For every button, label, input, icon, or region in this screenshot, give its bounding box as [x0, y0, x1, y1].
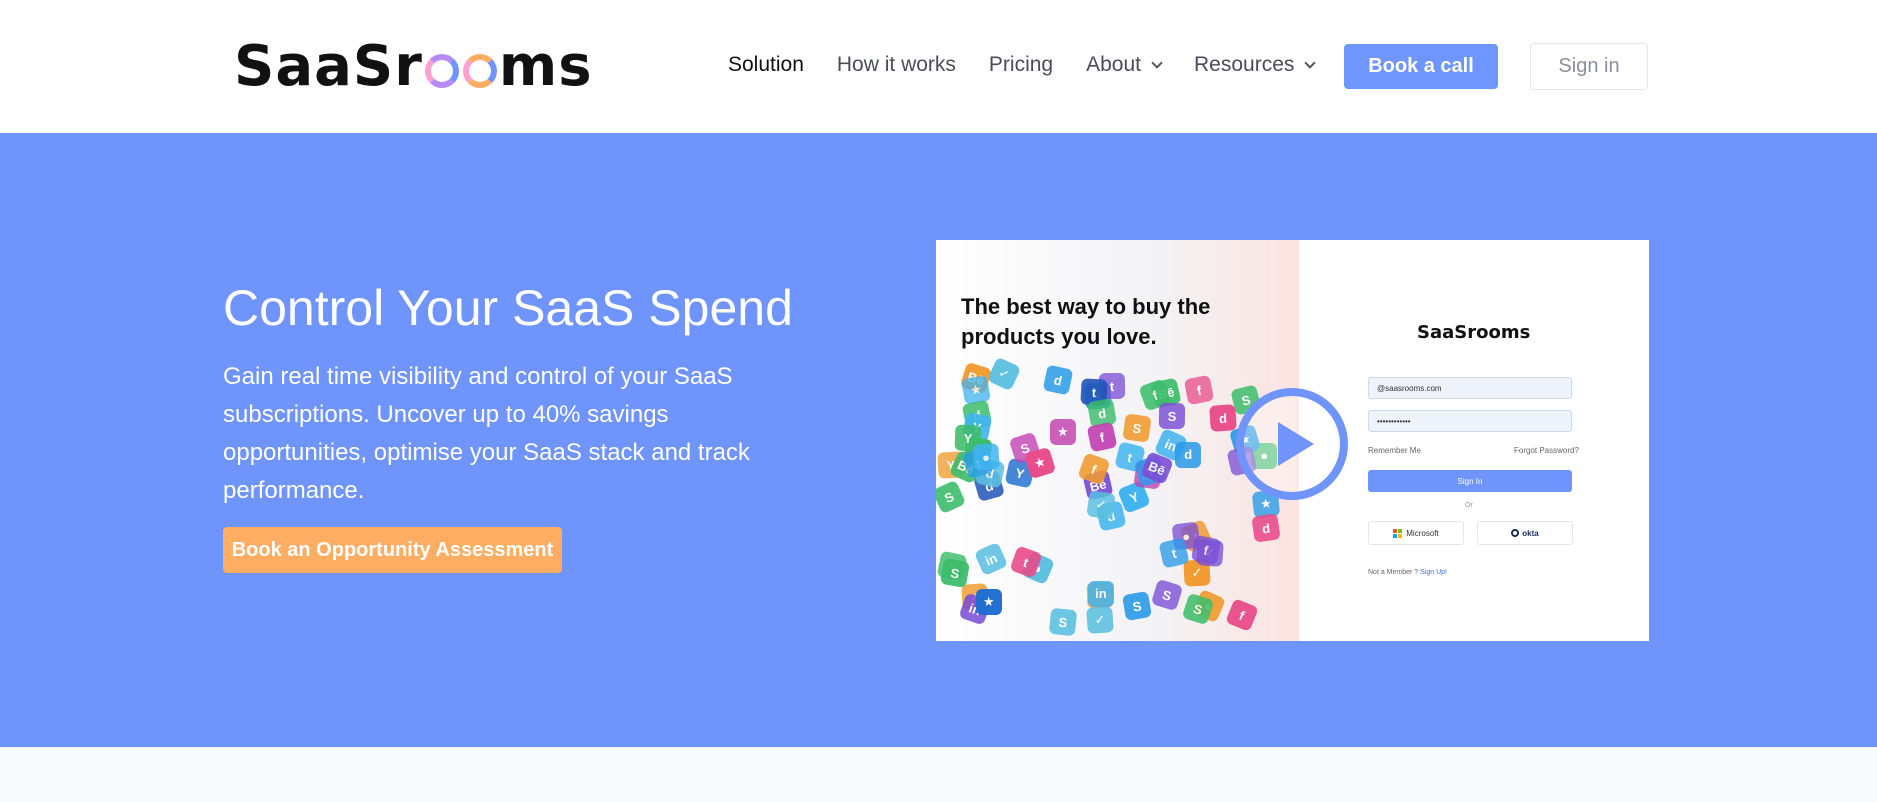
- app-tile-icon: S: [1159, 402, 1186, 430]
- app-tile-icon: S: [1150, 578, 1184, 611]
- mini-sign-up-link: Sign Up!: [1420, 569, 1447, 576]
- chevron-down-icon: [1304, 57, 1317, 69]
- app-tile-icon: f: [1191, 534, 1222, 565]
- app-tile-icon: S: [939, 558, 970, 589]
- app-tile-icon: f: [1086, 421, 1118, 453]
- app-tile-icon: d: [1251, 513, 1282, 544]
- hero-section: Control Your SaaS Spend Gain real time v…: [0, 133, 1877, 747]
- app-tile-icon: S: [1049, 607, 1078, 637]
- app-tile-icon: ●: [972, 442, 1001, 471]
- nav-about[interactable]: About: [1086, 53, 1163, 77]
- app-tile-icon: ✓: [986, 356, 1022, 392]
- logo-ring-orange: [462, 54, 497, 88]
- app-tile-icon: f: [1224, 597, 1259, 632]
- nav-resources[interactable]: Resources: [1194, 53, 1317, 77]
- book-assessment-button[interactable]: Book an Opportunity Assessment: [223, 527, 562, 573]
- nav-label: Solution: [728, 53, 804, 76]
- play-icon[interactable]: [1236, 388, 1348, 500]
- mini-not-member-label: Not a Member ?: [1368, 569, 1419, 576]
- app-tile-icon: S: [1122, 590, 1153, 622]
- video-heading: The best way to buy the products you lov…: [961, 294, 1211, 349]
- app-tile-icon: d: [1209, 404, 1237, 433]
- mini-microsoft-button: Microsoft: [1368, 521, 1464, 545]
- chevron-down-icon: [1151, 57, 1163, 69]
- hero-title: Control Your SaaS Spend: [223, 280, 793, 336]
- mini-password-field: ••••••••••••: [1368, 410, 1572, 432]
- app-tile-icon: ★: [975, 589, 1002, 616]
- saasrooms-logo[interactable]: SaaSr ms: [234, 34, 593, 99]
- hero-description: Gain real time visibility and control of…: [223, 363, 750, 504]
- nav-label: Resources: [1194, 53, 1295, 76]
- app-tile-icon: in: [973, 541, 1009, 576]
- app-tile-icon: f: [1183, 374, 1215, 406]
- site-header: SaaSr ms Solution How it works Pricing A…: [0, 0, 1877, 133]
- app-tile-icon: in: [1087, 580, 1114, 607]
- book-call-button[interactable]: Book a call: [1344, 44, 1498, 89]
- microsoft-icon: [1393, 528, 1403, 538]
- okta-icon: [1511, 529, 1520, 537]
- video-player[interactable]: The best way to buy the products you lov…: [936, 240, 1649, 641]
- nav-label: How it works: [836, 53, 956, 76]
- mini-email-field: @saasrooms.com: [1368, 377, 1572, 399]
- mini-or-divider: Or: [1465, 502, 1473, 509]
- app-tile-icon: ★: [1049, 419, 1076, 446]
- nav-label: About: [1086, 53, 1142, 76]
- mini-app-logo: SaaSrooms: [1417, 322, 1531, 343]
- logo-text-right: ms: [498, 33, 593, 99]
- nav-label: Pricing: [988, 53, 1054, 76]
- mini-not-member: Not a Member ? Sign Up!: [1368, 569, 1447, 576]
- app-tile-icon: ✓: [1086, 605, 1115, 634]
- app-icons-collage: d✓BēYdintinin★●Bē●tYY✓★SBētSfY●★f★✓●t✓Bē…: [936, 356, 1299, 641]
- sign-in-button[interactable]: Sign in: [1530, 43, 1648, 90]
- mini-remember-me: Remember Me: [1368, 446, 1421, 455]
- mini-sign-in-button: Sign In: [1368, 470, 1572, 492]
- mini-okta-button: okta: [1477, 521, 1573, 545]
- mini-okta-label: okta: [1522, 528, 1539, 538]
- main-nav: Solution How it works Pricing About Reso…: [728, 44, 1347, 86]
- logo-ring-purple: [424, 54, 459, 88]
- logo-text-left: SaaSr: [234, 33, 423, 99]
- app-tile-icon: ✓: [1085, 489, 1116, 520]
- mini-microsoft-label: Microsoft: [1406, 528, 1439, 538]
- app-tile-icon: S: [1122, 413, 1152, 443]
- nav-pricing[interactable]: Pricing: [989, 53, 1053, 77]
- app-tile-icon: d: [1042, 364, 1074, 396]
- app-tile-icon: d: [1175, 441, 1202, 468]
- nav-solution[interactable]: Solution: [728, 53, 804, 77]
- mini-forgot-password: Forgot Password?: [1514, 446, 1579, 455]
- nav-how-it-works[interactable]: How it works: [837, 53, 956, 77]
- app-tile-icon: S: [936, 479, 967, 515]
